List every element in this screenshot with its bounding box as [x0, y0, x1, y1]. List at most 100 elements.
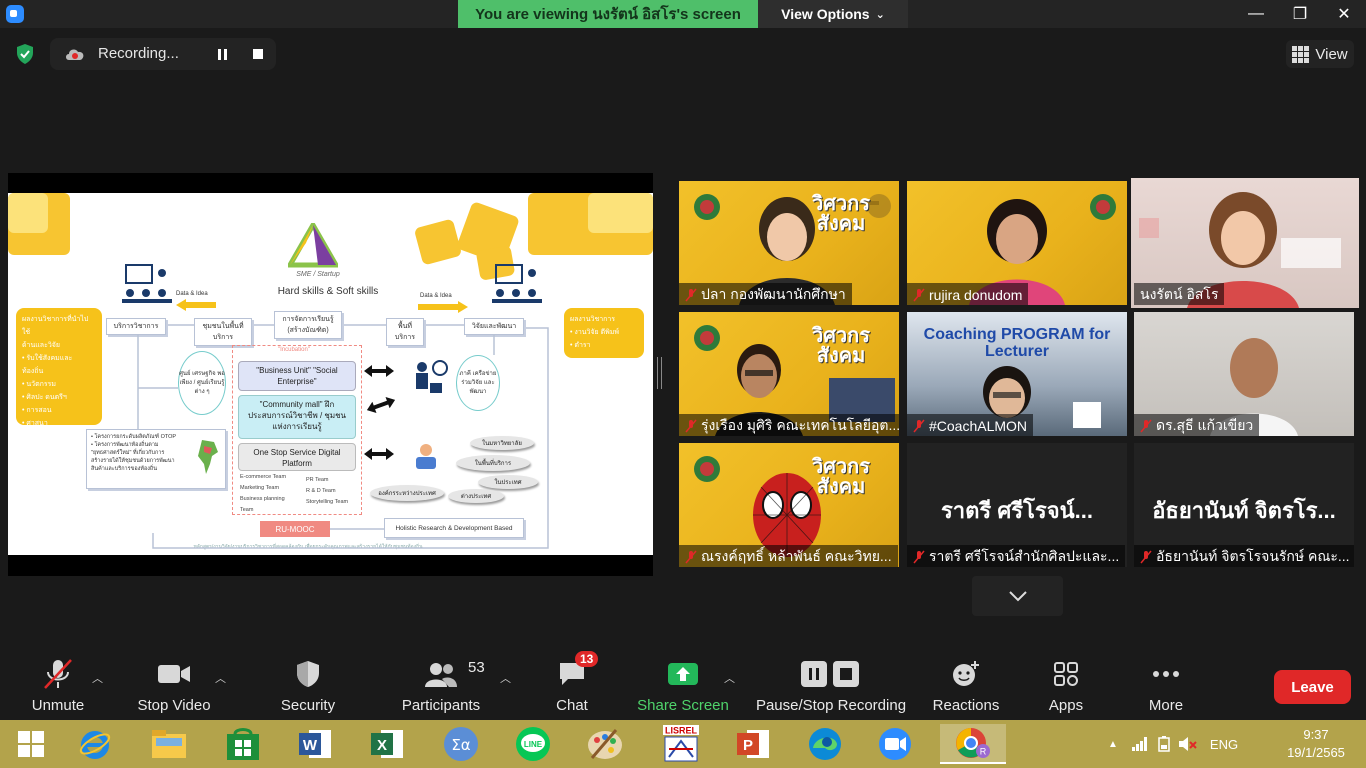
shared-screen[interactable]: SME / Startup Hard skills & Soft skills …	[8, 173, 653, 576]
clock-date: 19/1/2565	[1287, 745, 1345, 760]
reactions-button[interactable]: Reactions	[928, 648, 1004, 720]
panel-splitter[interactable]	[657, 357, 662, 389]
more-button[interactable]: More	[1134, 648, 1198, 720]
chevron-down-icon	[1008, 591, 1027, 602]
speaker-muted-icon[interactable]	[1178, 736, 1198, 752]
system-tray: ▲ ENG	[1108, 720, 1238, 768]
mic-muted-icon	[685, 288, 697, 302]
team-item: Storytelling Team	[306, 499, 349, 505]
line-app-icon: LINE	[516, 727, 550, 761]
taskbar-paint[interactable]	[580, 724, 630, 764]
participant-tile[interactable]: Coaching PROGRAM for Lecturer #CoachALMO…	[907, 312, 1127, 436]
lisrel-icon: LISREL	[663, 725, 699, 762]
learning-mgmt-box: การจัดการเรียนรู้ (สร้างบัณฑิต)	[274, 311, 342, 339]
signal-icon[interactable]	[1131, 737, 1148, 751]
taskbar-word[interactable]: W	[290, 724, 340, 764]
taskbar-lisrel[interactable]: LISREL	[656, 724, 706, 764]
security-button[interactable]: Security	[270, 648, 346, 720]
pause-stop-recording-button[interactable]: Pause/Stop Recording	[752, 648, 910, 720]
view-options-label: View Options	[781, 6, 870, 22]
taskbar-powerpoint[interactable]: P	[728, 724, 778, 764]
economic-center-circle: ศูนย์ เศรษฐกิจ พอเพียง / ศูนย์เรียนรู้ ต…	[178, 351, 226, 415]
community-service-box: ชุมชนในพื้นที่บริการ	[194, 318, 252, 346]
research-dev-box: วิจัยและพัฒนา	[464, 318, 524, 335]
arrow-left-icon	[176, 299, 216, 311]
right-outcome-line: • ตำรา	[570, 342, 591, 349]
chrome-browser-icon: R	[956, 728, 990, 758]
paint-palette-icon	[588, 729, 622, 759]
start-button[interactable]	[6, 724, 56, 764]
stop-recording-button[interactable]	[246, 42, 270, 66]
show-hidden-icons-icon[interactable]: ▲	[1108, 739, 1118, 750]
taskbar-internet-explorer[interactable]	[70, 724, 120, 764]
cloud-record-icon	[66, 49, 84, 60]
participant-tile-active-speaker[interactable]: นงรัตน์ อิสโร	[1131, 178, 1359, 308]
inter-org-oval: องค์กรระหว่างประเทศ	[370, 485, 444, 501]
taskbar-store[interactable]	[218, 724, 268, 764]
left-outcome-line: • ศิลปะ ดนตรีฯ	[22, 394, 67, 401]
share-screen-button[interactable]: Share Screen	[636, 648, 730, 720]
taskbar-line[interactable]: LINE	[508, 724, 558, 764]
leave-button[interactable]: Leave	[1274, 670, 1351, 704]
participants-options-caret-icon[interactable]: ︿	[500, 670, 511, 686]
pause-recording-button[interactable]	[210, 42, 234, 66]
more-label: More	[1148, 697, 1184, 714]
taskbar-edge[interactable]	[800, 724, 850, 764]
encryption-shield-icon[interactable]	[15, 43, 35, 65]
taskbar-excel[interactable]: X	[362, 724, 412, 764]
view-options-button[interactable]: View Options ⌄	[758, 0, 908, 28]
recording-indicator: Recording...	[50, 38, 276, 70]
input-language[interactable]: ENG	[1210, 737, 1238, 752]
taskbar-zoom[interactable]	[870, 724, 920, 764]
participant-tile[interactable]: ดร.สุธี แก้วเขียว	[1134, 312, 1354, 436]
video-camera-icon	[157, 657, 191, 691]
view-button[interactable]: View	[1286, 40, 1354, 68]
title-bar: You are viewing นงรัตน์ อิสโร's screen V…	[0, 0, 1366, 28]
powerpoint-icon: P	[737, 730, 769, 758]
taskbar-chrome[interactable]: R	[940, 724, 1006, 764]
minimize-button[interactable]: —	[1234, 0, 1278, 28]
mic-muted-icon	[1140, 419, 1152, 433]
university-logo-icon	[288, 223, 338, 268]
community-mall-box: "Community mall" ฝึกประสบการณ์วิชาชีพ / …	[238, 395, 356, 439]
one-stop-service-box: One Stop Service Digital Platform	[238, 443, 356, 471]
zoom-logo-icon	[6, 5, 24, 23]
audio-options-caret-icon[interactable]: ︿	[92, 670, 103, 686]
banner-line-1: วิศวกร	[812, 325, 871, 347]
chat-button[interactable]: 13 Chat	[540, 648, 604, 720]
taskbar-file-explorer[interactable]	[144, 724, 194, 764]
security-shield-icon	[291, 657, 325, 691]
folder-icon	[152, 730, 186, 758]
presenter-icon	[416, 444, 436, 469]
left-outcome-line: • ศาสนา	[22, 420, 48, 427]
taskbar-clock[interactable]: 9:37 19/1/2565	[1276, 726, 1356, 762]
participants-button[interactable]: 53 Participants	[396, 648, 486, 720]
svg-text:LINE: LINE	[524, 740, 543, 749]
tile-banner-text: วิศวกร สังคม	[812, 194, 870, 234]
participant-name: รุ่งเรือง มุศิริ คณะเทคโนโลยีอุต...	[701, 417, 899, 433]
ru-mooc-box: RU-MOOC	[260, 521, 330, 537]
participant-tile[interactable]: rujira donudom	[907, 181, 1127, 305]
participant-name-tag: ราตรี ศรีโรจน์สำนักศิลปะและ...	[907, 545, 1126, 567]
double-arrow-icon	[364, 448, 394, 460]
taskbar-math-app[interactable]: Σα	[436, 724, 486, 764]
svg-text:Σα: Σα	[451, 736, 470, 754]
participant-tile-video-off[interactable]: อัธยานันท์ จิตรโร... อัธยานันท์ จิตรโรจน…	[1134, 443, 1354, 567]
share-options-caret-icon[interactable]: ︿	[724, 670, 735, 686]
video-options-caret-icon[interactable]: ︿	[215, 670, 226, 686]
stop-video-button[interactable]: Stop Video	[132, 648, 216, 720]
close-button[interactable]: ✕	[1322, 0, 1366, 28]
restore-button[interactable]: ❐	[1278, 0, 1322, 28]
next-page-button[interactable]	[972, 576, 1063, 616]
teams-right: PR Team R & D Team Storytelling Team	[306, 475, 348, 508]
right-outcome-line: ผลงานวิชาการ	[570, 316, 616, 323]
participant-tile-video-off[interactable]: ราตรี ศรีโรจน์... ราตรี ศรีโรจน์สำนักศิล…	[907, 443, 1127, 567]
apps-button[interactable]: Apps	[1034, 648, 1098, 720]
unmute-button[interactable]: Unmute	[20, 648, 96, 720]
battery-icon[interactable]	[1158, 736, 1170, 752]
math-sigma-icon: Σα	[444, 727, 478, 761]
zoom-window: You are viewing นงรัตน์ อิสโร's screen V…	[0, 0, 1366, 768]
participants-count: 53	[468, 659, 485, 676]
team-item: Business planning	[240, 496, 285, 502]
unmute-label: Unmute	[31, 697, 85, 714]
